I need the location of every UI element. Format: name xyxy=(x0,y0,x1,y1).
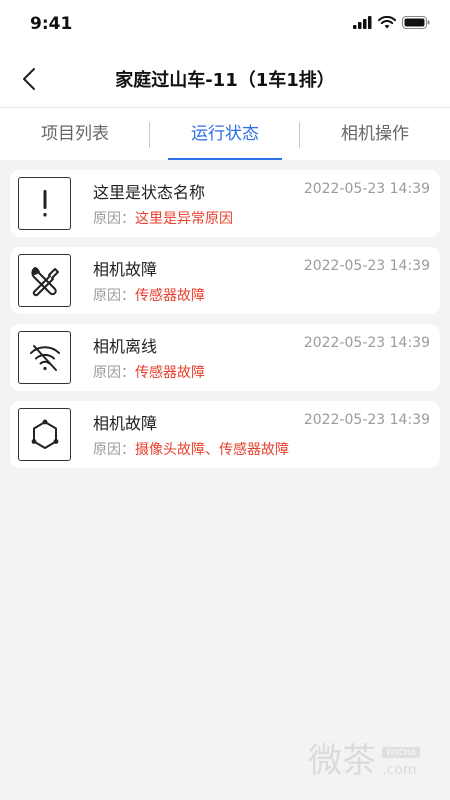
reason-value: 摄像头故障、传感器故障 xyxy=(135,442,289,458)
battery-icon xyxy=(402,16,430,29)
item-timestamp: 2022-05-23 14:39 xyxy=(303,181,430,197)
list-item[interactable]: 相机故障 2022-05-23 14:39 原因：传感器故障 xyxy=(10,247,440,314)
watermark-badge: WXCHA xyxy=(382,747,420,758)
status-icons xyxy=(353,16,430,29)
reason-value: 传感器故障 xyxy=(135,365,205,381)
item-title: 相机离线 xyxy=(93,337,158,356)
tab-divider xyxy=(149,122,150,148)
watermark-domain: .com xyxy=(382,762,417,778)
list-item[interactable]: 这里是状态名称 2022-05-23 14:39 原因：这里是异常原因 xyxy=(10,170,440,237)
tab-run-status[interactable]: 运行状态 xyxy=(150,108,300,160)
item-reason: 原因：这里是异常原因 xyxy=(93,208,233,228)
tab-bar: 项目列表 运行状态 相机操作 xyxy=(0,108,450,160)
tab-camera-operation[interactable]: 相机操作 xyxy=(300,108,450,160)
reason-label: 原因： xyxy=(93,365,135,381)
item-timestamp: 2022-05-23 14:39 xyxy=(303,335,430,351)
tab-divider xyxy=(299,122,300,148)
item-timestamp: 2022-05-23 14:39 xyxy=(303,258,430,274)
status-list: 这里是状态名称 2022-05-23 14:39 原因：这里是异常原因 相机故障… xyxy=(0,160,450,468)
page-title: 家庭过山车-11（1车1排） xyxy=(115,70,335,91)
item-title: 相机故障 xyxy=(93,414,158,433)
list-item[interactable]: 相机故障 2022-05-23 14:39 原因：摄像头故障、传感器故障 xyxy=(10,401,440,468)
status-time: 9:41 xyxy=(30,14,73,34)
wifi-icon xyxy=(378,16,396,29)
item-timestamp: 2022-05-23 14:39 xyxy=(303,412,430,428)
watermark: 微茶 WXCHA .com xyxy=(308,733,420,782)
wifi-off-icon xyxy=(18,331,71,384)
watermark-side: WXCHA .com xyxy=(382,747,420,782)
exclamation-icon xyxy=(18,177,71,230)
list-item[interactable]: 相机离线 2022-05-23 14:39 原因：传感器故障 xyxy=(10,324,440,391)
top-area: 9:41 家庭过山车-11（1车1排） 项目列表 运行状态 相机操作 xyxy=(0,0,450,160)
status-bar: 9:41 xyxy=(0,0,450,50)
reason-label: 原因： xyxy=(93,211,135,227)
tab-project-list[interactable]: 项目列表 xyxy=(0,108,150,160)
reason-label: 原因： xyxy=(93,442,135,458)
item-title: 相机故障 xyxy=(93,260,158,279)
item-reason: 原因：摄像头故障、传感器故障 xyxy=(93,439,289,459)
cellular-signal-icon xyxy=(353,16,372,29)
tools-icon xyxy=(18,254,71,307)
item-reason: 原因：传感器故障 xyxy=(93,362,205,382)
item-reason: 原因：传感器故障 xyxy=(93,285,205,305)
reason-value: 传感器故障 xyxy=(135,288,205,304)
item-title: 这里是状态名称 xyxy=(93,183,206,202)
reason-label: 原因： xyxy=(93,288,135,304)
navigation-bar: 家庭过山车-11（1车1排） xyxy=(0,50,450,108)
hexagon-nodes-icon xyxy=(18,408,71,461)
reason-value: 这里是异常原因 xyxy=(135,211,233,227)
watermark-text: 微茶 xyxy=(308,741,377,781)
